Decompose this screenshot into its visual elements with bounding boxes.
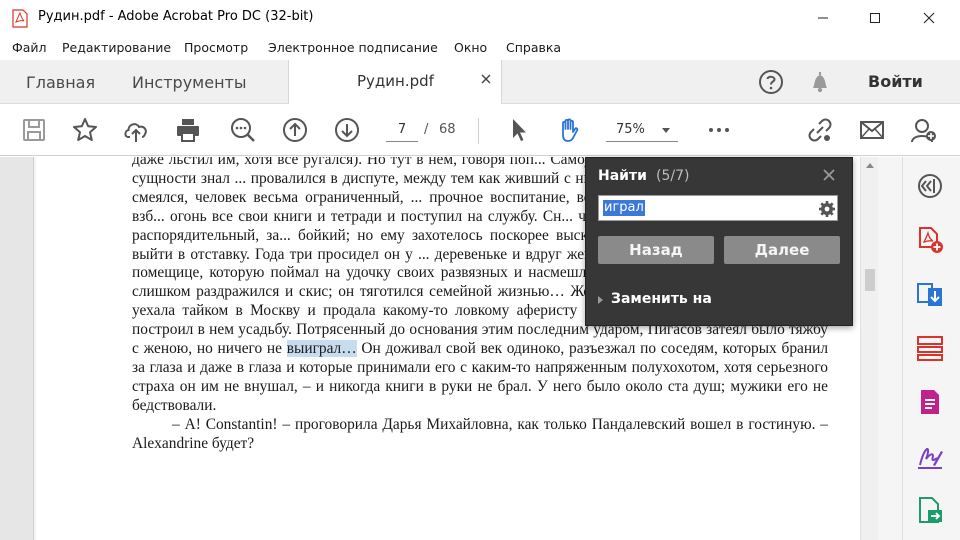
main-toolbar: 7 / 68 75% <box>0 104 960 156</box>
hand-icon[interactable] <box>555 116 583 144</box>
left-navigation-panel[interactable] <box>0 157 34 540</box>
zoom-select[interactable]: 75% <box>606 118 678 142</box>
bookmark-star-icon[interactable] <box>71 116 99 144</box>
acrobat-window: Рудин.pdf - Adobe Acrobat Pro DC (32-bit… <box>0 0 960 540</box>
panel-gap <box>878 157 902 540</box>
replace-with-toggle[interactable]: Заменить на <box>611 291 712 307</box>
fill-sign-icon[interactable] <box>915 441 945 471</box>
save-icon[interactable] <box>20 116 48 144</box>
maximize-button[interactable] <box>852 0 898 36</box>
close-icon[interactable] <box>822 168 836 182</box>
find-query: играл <box>603 200 645 216</box>
export-pdf-icon[interactable] <box>915 279 945 309</box>
tab-bar: Главная Инструменты Рудин.pdf Войти <box>0 60 960 105</box>
compare-icon[interactable] <box>915 171 945 201</box>
page-down-icon[interactable] <box>333 116 361 144</box>
page-separator: / <box>424 122 429 137</box>
title-bar: Рудин.pdf - Adobe Acrobat Pro DC (32-bit… <box>0 0 960 36</box>
gear-icon[interactable] <box>817 199 837 219</box>
menu-view[interactable]: Просмотр <box>184 40 248 55</box>
upload-cloud-icon[interactable] <box>122 116 150 144</box>
select-arrow-icon[interactable] <box>505 116 533 144</box>
print-icon[interactable] <box>174 116 202 144</box>
page-number-input[interactable]: 7 <box>386 118 418 142</box>
tab-home[interactable]: Главная <box>26 60 95 104</box>
more-icon[interactable] <box>705 116 733 144</box>
create-pdf-icon[interactable] <box>915 225 945 255</box>
close-icon[interactable] <box>479 72 493 86</box>
find-dialog: Найти (5/7) играл Назад Далее Заменить н… <box>585 157 853 326</box>
menu-window[interactable]: Окно <box>454 40 487 55</box>
zoom-value: 75% <box>616 122 645 137</box>
find-next-button[interactable]: Далее <box>724 236 840 264</box>
right-tools-panel <box>902 157 960 540</box>
pdf-icon <box>12 9 28 28</box>
find-title: Найти <box>598 168 647 184</box>
email-icon[interactable] <box>858 116 886 144</box>
chevron-right-icon[interactable] <box>598 296 603 304</box>
page-total: 68 <box>439 122 456 137</box>
menu-help[interactable]: Справка <box>506 40 561 55</box>
toolbar-divider <box>478 118 479 144</box>
page-up-icon[interactable] <box>281 116 309 144</box>
window-title: Рудин.pdf - Adobe Acrobat Pro DC (32-bit… <box>38 9 314 24</box>
menu-e-sign[interactable]: Электронное подписание <box>268 40 438 55</box>
minimize-icon <box>818 17 828 19</box>
organize-pages-icon[interactable] <box>915 333 945 363</box>
scroll-thumb[interactable] <box>865 269 875 291</box>
tab-tools[interactable]: Инструменты <box>132 60 247 104</box>
menu-edit[interactable]: Редактирование <box>62 40 171 55</box>
close-icon <box>923 12 935 24</box>
find-previous-button[interactable]: Назад <box>598 236 714 264</box>
minimize-button[interactable] <box>800 0 846 36</box>
menu-bar: Файл Редактирование Просмотр Электронное… <box>0 36 960 60</box>
tab-document-label: Рудин.pdf <box>357 72 434 90</box>
export-arrow-icon[interactable] <box>915 495 945 525</box>
help-icon[interactable] <box>757 68 785 96</box>
find-result-count: (5/7) <box>656 168 690 184</box>
maximize-icon <box>870 13 880 23</box>
paragraph: – А! Constantin! – проговорила Дарья Мих… <box>132 415 828 452</box>
vertical-scrollbar[interactable] <box>860 157 878 540</box>
edit-pdf-icon[interactable] <box>915 387 945 417</box>
close-button[interactable] <box>906 0 952 36</box>
signin-link[interactable]: Войти <box>868 72 923 91</box>
chevron-down-icon <box>662 128 670 133</box>
tab-document[interactable]: Рудин.pdf <box>288 60 502 105</box>
menu-file[interactable]: Файл <box>12 40 47 55</box>
search-zoom-icon[interactable] <box>229 116 257 144</box>
find-search-input[interactable]: играл <box>598 195 838 221</box>
search-highlight: выиграл… <box>286 340 357 358</box>
bell-icon[interactable] <box>806 68 834 96</box>
add-user-icon[interactable] <box>910 116 938 144</box>
scroll-up-icon[interactable] <box>866 163 874 168</box>
share-link-icon[interactable] <box>806 116 834 144</box>
